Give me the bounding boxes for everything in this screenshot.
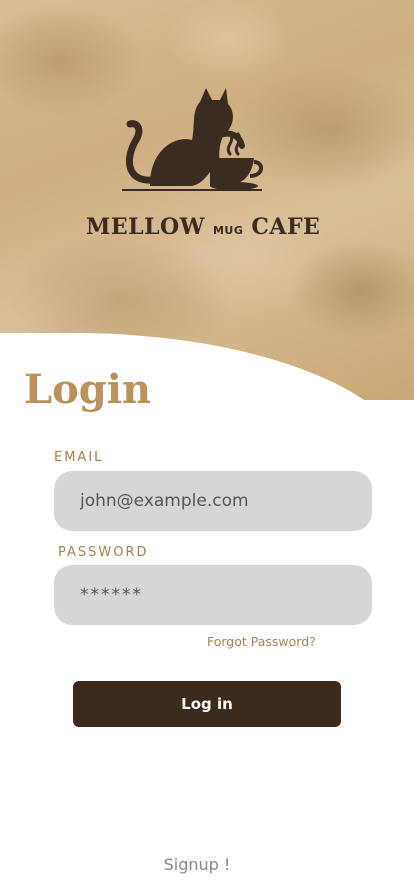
brand-name-mid: MUG	[212, 224, 244, 237]
email-label: EMAIL	[54, 450, 104, 465]
email-field[interactable]	[54, 471, 372, 531]
password-label: PASSWORD	[58, 545, 149, 560]
password-field[interactable]	[54, 565, 372, 625]
login-button[interactable]: Log in	[73, 681, 341, 727]
signup-link[interactable]: Signup !	[164, 855, 231, 874]
forgot-password-link[interactable]: Forgot Password?	[207, 634, 316, 649]
brand-name-right: CAFE	[251, 214, 321, 240]
page-title: Login	[24, 366, 152, 413]
brand-name-left: MELLOW	[86, 214, 205, 240]
brand-name: MELLOW MUG CAFE	[86, 214, 320, 240]
signup-container: Signup !	[0, 855, 414, 874]
